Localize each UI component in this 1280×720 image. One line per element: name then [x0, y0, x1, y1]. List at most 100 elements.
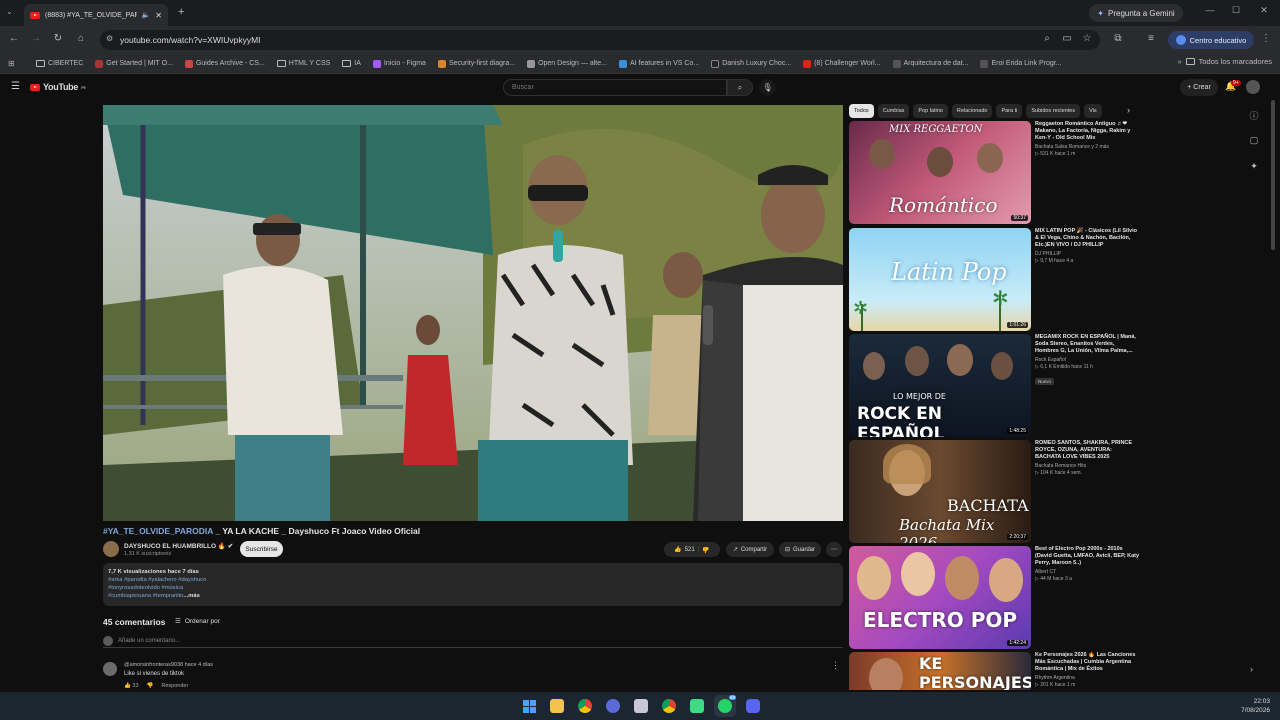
bookmark-item[interactable]: Eroi Erida Link Progr...	[980, 59, 1062, 68]
chip-todos[interactable]: Todos	[849, 104, 874, 118]
recommended-video[interactable]: LO MEJOR DE ROCK EN ESPAÑOL 1:48:25 MEGA…	[849, 334, 1139, 437]
video-channel[interactable]: DJ PHILLIP	[1035, 251, 1139, 257]
recommended-video[interactable]: ELECTRO POP 1:42:24 Best of Electro Pop …	[849, 546, 1139, 649]
bookmark-item[interactable]: Open Design — alte...	[527, 59, 607, 68]
bookmark-star-icon[interactable]: ☆	[1080, 33, 1094, 44]
tab-search-icon[interactable]: ⌄	[6, 7, 13, 16]
comment-author[interactable]: @amorsinfronteras9038 hace 4 días	[124, 662, 213, 668]
channel-avatar[interactable]	[103, 541, 119, 557]
scrollbar[interactable]	[1271, 100, 1275, 250]
cast-icon[interactable]: ▭	[1060, 33, 1074, 44]
bookmark-item[interactable]: CIBERTEC	[36, 60, 83, 67]
reading-list-icon[interactable]: ≡	[1144, 33, 1158, 44]
save-button[interactable]: ⊟ Guardar	[779, 542, 821, 557]
new-tab-icon[interactable]: +	[178, 6, 184, 18]
tab-mute-icon[interactable]: 🔈	[142, 11, 151, 19]
subscribe-button[interactable]: Suscribirse	[240, 541, 283, 557]
site-info-icon[interactable]: ⚙	[106, 34, 113, 43]
reply-button[interactable]: Responder	[161, 683, 188, 689]
description-hashtags[interactable]: #arka #parodia #yalachero #dayshuco	[108, 576, 838, 584]
address-bar[interactable]: ⚙ youtube.com/watch?v=XWIUvpkyyMI	[100, 30, 1100, 50]
bookmark-item[interactable]: Security-first diagra...	[437, 59, 515, 68]
maximize-icon[interactable]: ☐	[1228, 5, 1244, 16]
create-button[interactable]: + Crear	[1180, 79, 1218, 96]
video-title[interactable]: MIX LATIN POP 🎉 - Clásicos (Lil Silvio &…	[1035, 228, 1139, 249]
info-icon[interactable]: ⓘ	[1248, 109, 1260, 122]
video-thumbnail[interactable]: MIX REGGAETON Romántico 50:37	[849, 121, 1031, 224]
video-title-hashtag[interactable]: #YA_TE_OLVIDE_PARODIA	[103, 526, 213, 536]
description-hashtags[interactable]: #tonyrosadoteolvido #música	[108, 584, 838, 592]
more-actions-button[interactable]: ⋯	[826, 542, 842, 557]
video-thumbnail[interactable]: KE PERSONAJES	[849, 652, 1031, 690]
discord-button[interactable]	[742, 695, 764, 717]
home-icon[interactable]: ⌂	[74, 33, 88, 44]
video-description[interactable]: 7,7 K visualizaciones hace 7 días #arka …	[103, 563, 843, 606]
comment-dislike-button[interactable]: 👎	[147, 683, 154, 689]
video-player[interactable]	[103, 105, 843, 521]
video-title[interactable]: MEGAMIX ROCK EN ESPAÑOL | Maná, Soda Ste…	[1035, 334, 1139, 355]
video-channel[interactable]: Bachata Salsa Romance y 2 más	[1035, 144, 1139, 150]
extensions-icon[interactable]: ⧉	[1111, 33, 1125, 44]
sparkle-icon[interactable]: ✦	[1248, 161, 1260, 172]
recommended-video[interactable]: BACHATA Bachata Mix 2026 2:20:37 ROMEO S…	[849, 440, 1139, 543]
app-button[interactable]	[630, 695, 652, 717]
browser-menu-icon[interactable]: ⋮	[1259, 33, 1273, 44]
hamburger-menu-icon[interactable]: ☰	[11, 81, 20, 92]
chip-pop-latino[interactable]: Pop latino	[913, 104, 948, 118]
all-bookmarks-button[interactable]: » Todos los marcadores	[1173, 57, 1272, 66]
bookmark-item[interactable]: IA	[342, 60, 361, 67]
apps-grid-icon[interactable]: ⊞	[8, 59, 15, 68]
minimize-icon[interactable]: —	[1202, 5, 1218, 15]
video-title[interactable]: Reggaeton Romántico Antiguo ♬❤ Makano, L…	[1035, 121, 1139, 142]
close-window-icon[interactable]: ✕	[1256, 5, 1272, 16]
browser-tab-youtube[interactable]: (8883) #YA_TE_OLVIDE_PAR 🔈 ✕	[24, 4, 168, 26]
dislike-button[interactable]: 👍	[702, 546, 709, 553]
video-thumbnail[interactable]: ELECTRO POP 1:42:24	[849, 546, 1031, 649]
back-icon[interactable]: ←	[7, 33, 21, 44]
video-thumbnail[interactable]: BACHATA Bachata Mix 2026 2:20:37	[849, 440, 1031, 543]
search-button[interactable]: ⌕	[727, 79, 753, 96]
bookmark-item[interactable]: Danish Luxury Choc...	[711, 59, 791, 68]
chip-subidos-recientes[interactable]: Subidos recientes	[1026, 104, 1081, 118]
description-hashtags[interactable]: #cumbiaperuana #tempranito	[108, 593, 183, 599]
bookmark-item[interactable]: Inicio - Figma	[372, 59, 426, 68]
comment-like-button[interactable]: 👍 33	[124, 683, 139, 689]
system-clock[interactable]: 22:03 7/08/2026	[1241, 697, 1270, 715]
forward-icon[interactable]: →	[29, 33, 43, 44]
video-channel[interactable]: Rhythm Argentina	[1035, 675, 1139, 681]
bookmark-item[interactable]: (8) Challenger Worl...	[803, 59, 881, 68]
whatsapp-button[interactable]: 69	[714, 695, 736, 717]
chat-icon[interactable]: ▢	[1248, 135, 1260, 146]
profile-button[interactable]: Centro educativo	[1168, 31, 1254, 49]
video-thumbnail[interactable]: LO MEJOR DE ROCK EN ESPAÑOL 1:48:25	[849, 334, 1031, 437]
chip-relacionado[interactable]: Relacionado	[951, 104, 993, 118]
file-explorer-button[interactable]	[546, 695, 568, 717]
android-studio-button[interactable]	[686, 695, 708, 717]
ask-gemini-button[interactable]: ✦ Pregunta a Gemini	[1089, 4, 1183, 22]
add-comment-input[interactable]: Añade un comentario...	[103, 636, 843, 648]
video-channel[interactable]: Albert CT	[1035, 569, 1139, 575]
channel-name[interactable]: DAYSHUCO EL HUAMBRILLO 🔥 ✔	[124, 542, 233, 550]
bookmark-item[interactable]: Get Started | MIT O...	[95, 59, 173, 68]
bookmark-item[interactable]: AI features in VS Co...	[618, 59, 699, 68]
app-button[interactable]	[602, 695, 624, 717]
recommended-video[interactable]: MIX REGGAETON Romántico 50:37 Reggaeton …	[849, 121, 1139, 224]
start-button[interactable]	[518, 695, 540, 717]
share-button[interactable]: ↗ Compartir	[726, 542, 774, 557]
video-thumbnail[interactable]: ✲ ✲ Latin Pop 1:01:26	[849, 228, 1031, 331]
account-avatar[interactable]	[1246, 80, 1260, 94]
bookmark-item[interactable]: HTML Y CSS	[276, 60, 330, 67]
chrome-profile-button[interactable]	[658, 695, 680, 717]
chrome-button[interactable]	[574, 695, 596, 717]
reload-icon[interactable]: ↻	[51, 33, 65, 44]
bookmark-item[interactable]: Arquitectura de dat...	[892, 59, 968, 68]
chevron-right-icon[interactable]: ›	[1250, 664, 1253, 674]
sort-comments-button[interactable]: ☰ Ordenar por	[175, 617, 220, 626]
chip-para-ti[interactable]: Para ti	[996, 104, 1023, 118]
like-button[interactable]: 👍 521	[674, 546, 695, 554]
tab-close-icon[interactable]: ✕	[155, 11, 162, 20]
chip-truncated[interactable]: Vis	[1084, 104, 1102, 118]
bookmark-item[interactable]: Guides Archive - CS...	[184, 59, 265, 68]
chevron-right-icon[interactable]: ›	[1127, 105, 1130, 115]
chip-cumbias[interactable]: Cumbias	[877, 104, 910, 118]
